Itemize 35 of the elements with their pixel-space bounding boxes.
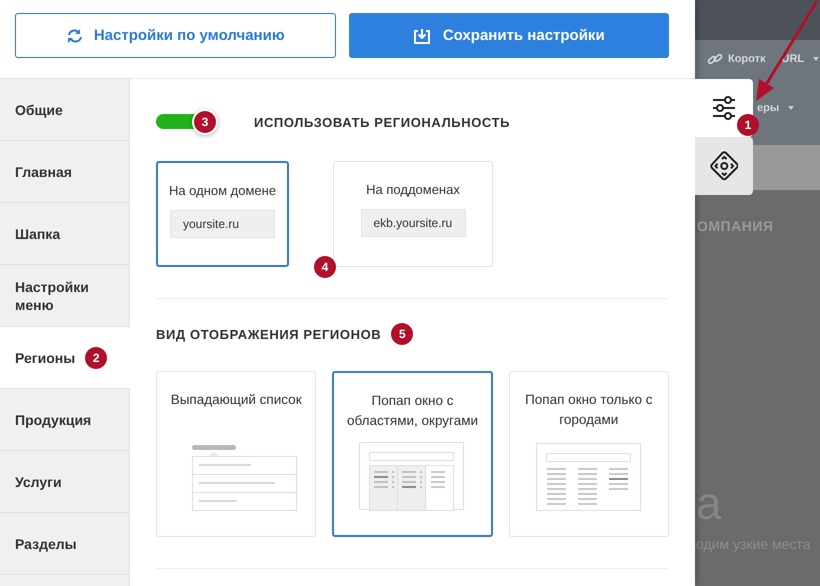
download-icon (412, 28, 431, 44)
direction-pad-icon (710, 151, 738, 181)
example-field: yoursite.ru (170, 210, 275, 238)
refresh-icon (66, 28, 82, 44)
option-label: Выпадающий список (170, 391, 302, 409)
settings-icon (712, 96, 736, 120)
reset-button[interactable]: Настройки по умолчанию (15, 13, 336, 58)
link-icon (707, 52, 723, 66)
sidebar-item[interactable]: Шапка (0, 203, 129, 265)
caret-icon (788, 106, 794, 110)
example-field: ekb.yoursite.ru (360, 209, 466, 237)
domain-option-card[interactable]: На одном домене yoursite.ru (156, 161, 289, 267)
sidebar-item[interactable]: Главная (0, 141, 129, 203)
sidebar-item[interactable]: Услуги (0, 451, 129, 513)
side-tab[interactable] (695, 137, 753, 195)
display-option-card[interactable]: Попап окно только с городами (508, 371, 669, 537)
section-title: ВИД ОТОБРАЖЕНИЯ РЕГИОНОВ (156, 326, 382, 342)
sidebar-item[interactable]: Продукция (0, 389, 129, 451)
step-badge: 4 (314, 256, 336, 278)
step-badge: 2 (85, 346, 108, 368)
display-option-card[interactable]: Попап окно с областями, округами (332, 371, 493, 537)
option-label: На одном домене (168, 183, 276, 198)
side-tab[interactable] (695, 79, 753, 137)
step-badge: 5 (391, 323, 414, 345)
display-option-card[interactable]: Выпадающий список (156, 371, 316, 537)
caret-icon (813, 57, 820, 61)
save-button[interactable]: Сохранить настройки (348, 13, 669, 58)
section-title: ИСПОЛЬЗОВАТЬ РЕГИОНАЛЬНОСТЬ (254, 114, 510, 130)
domain-option-card[interactable]: На поддоменах ekb.yoursite.ru (333, 161, 493, 267)
sidebar-item[interactable]: Регионы 2 (0, 327, 130, 389)
option-label: Попап окно с областями, округами (346, 392, 480, 430)
option-label: На поддоменах (366, 182, 460, 197)
sidebar-item[interactable]: Разделы (0, 513, 129, 575)
option-label: Попап окно только с городами (524, 391, 654, 429)
sidebar-item[interactable]: Общие (0, 79, 129, 141)
